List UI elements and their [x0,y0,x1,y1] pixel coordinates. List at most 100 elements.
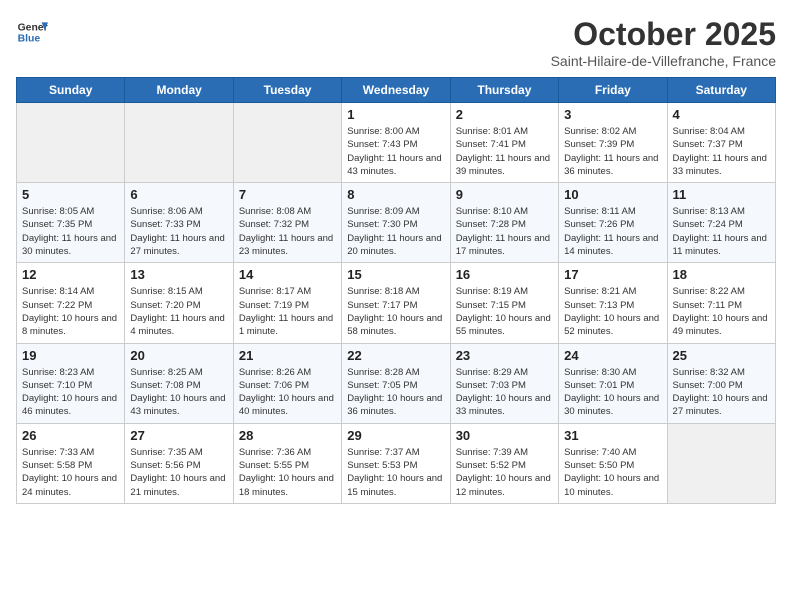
day-info: Sunrise: 8:21 AMSunset: 7:13 PMDaylight:… [564,285,661,338]
day-info: Sunrise: 8:18 AMSunset: 7:17 PMDaylight:… [347,285,444,338]
calendar-week-row: 19 Sunrise: 8:23 AMSunset: 7:10 PMDayligh… [17,343,776,423]
day-info: Sunrise: 8:10 AMSunset: 7:28 PMDaylight:… [456,205,553,258]
day-info: Sunrise: 8:32 AMSunset: 7:00 PMDaylight:… [673,366,770,419]
day-number: 7 [239,187,336,202]
calendar-cell: 27 Sunrise: 7:35 AMSunset: 5:56 PMDayligh… [125,423,233,503]
day-info: Sunrise: 8:28 AMSunset: 7:05 PMDaylight:… [347,366,444,419]
day-info: Sunrise: 8:26 AMSunset: 7:06 PMDaylight:… [239,366,336,419]
calendar-cell: 13 Sunrise: 8:15 AMSunset: 7:20 PMDayligh… [125,263,233,343]
day-number: 28 [239,428,336,443]
svg-text:Blue: Blue [18,34,41,45]
day-number: 4 [673,107,770,122]
day-number: 20 [130,348,227,363]
day-info: Sunrise: 8:25 AMSunset: 7:08 PMDaylight:… [130,366,227,419]
calendar-body: 1Sunrise: 8:00 AMSunset: 7:43 PMDaylight… [17,103,776,504]
day-info: Sunrise: 8:08 AMSunset: 7:32 PMDaylight:… [239,205,336,258]
calendar-cell [17,103,125,183]
day-number: 31 [564,428,661,443]
day-info: Sunrise: 7:40 AMSunset: 5:50 PMDaylight:… [564,446,661,499]
calendar-cell: 18 Sunrise: 8:22 AMSunset: 7:11 PMDayligh… [667,263,775,343]
calendar-cell [125,103,233,183]
day-number: 15 [347,267,444,282]
calendar-cell: 21 Sunrise: 8:26 AMSunset: 7:06 PMDayligh… [233,343,341,423]
day-number: 1 [347,107,444,122]
day-number: 11 [673,187,770,202]
calendar-cell: 29 Sunrise: 7:37 AMSunset: 5:53 PMDayligh… [342,423,450,503]
calendar-cell: 7 Sunrise: 8:08 AMSunset: 7:32 PMDaylight… [233,183,341,263]
day-number: 25 [673,348,770,363]
day-number: 22 [347,348,444,363]
day-number: 27 [130,428,227,443]
day-info: Sunrise: 8:17 AMSunset: 7:19 PMDaylight:… [239,285,336,338]
calendar-cell: 3Sunrise: 8:02 AMSunset: 7:39 PMDaylight… [559,103,667,183]
day-info: Sunrise: 8:13 AMSunset: 7:24 PMDaylight:… [673,205,770,258]
weekday-header-row: SundayMondayTuesdayWednesdayThursdayFrid… [17,78,776,103]
day-number: 16 [456,267,553,282]
calendar-cell: 19 Sunrise: 8:23 AMSunset: 7:10 PMDayligh… [17,343,125,423]
day-number: 10 [564,187,661,202]
day-info: Sunrise: 8:30 AMSunset: 7:01 PMDaylight:… [564,366,661,419]
calendar-cell [233,103,341,183]
day-info: Sunrise: 7:37 AMSunset: 5:53 PMDaylight:… [347,446,444,499]
calendar-week-row: 1Sunrise: 8:00 AMSunset: 7:43 PMDaylight… [17,103,776,183]
day-number: 17 [564,267,661,282]
day-info: Sunrise: 7:39 AMSunset: 5:52 PMDaylight:… [456,446,553,499]
day-info: Sunrise: 8:22 AMSunset: 7:11 PMDaylight:… [673,285,770,338]
calendar-cell: 24 Sunrise: 8:30 AMSunset: 7:01 PMDayligh… [559,343,667,423]
weekday-header-cell: Tuesday [233,78,341,103]
day-number: 13 [130,267,227,282]
calendar-cell: 15 Sunrise: 8:18 AMSunset: 7:17 PMDayligh… [342,263,450,343]
day-info: Sunrise: 8:09 AMSunset: 7:30 PMDaylight:… [347,205,444,258]
calendar-cell: 9Sunrise: 8:10 AMSunset: 7:28 PMDaylight… [450,183,558,263]
weekday-header-cell: Saturday [667,78,775,103]
day-info: Sunrise: 8:23 AMSunset: 7:10 PMDaylight:… [22,366,119,419]
day-number: 5 [22,187,119,202]
day-number: 26 [22,428,119,443]
day-info: Sunrise: 8:11 AMSunset: 7:26 PMDaylight:… [564,205,661,258]
day-number: 24 [564,348,661,363]
calendar-cell: 14Sunrise: 8:17 AMSunset: 7:19 PMDayligh… [233,263,341,343]
day-info: Sunrise: 8:04 AMSunset: 7:37 PMDaylight:… [673,125,770,178]
calendar-cell: 10 Sunrise: 8:11 AMSunset: 7:26 PMDayligh… [559,183,667,263]
calendar-cell: 22 Sunrise: 8:28 AMSunset: 7:05 PMDayligh… [342,343,450,423]
calendar-cell: 12 Sunrise: 8:14 AMSunset: 7:22 PMDayligh… [17,263,125,343]
calendar-cell: 6Sunrise: 8:06 AMSunset: 7:33 PMDaylight… [125,183,233,263]
day-number: 2 [456,107,553,122]
calendar-cell: 11 Sunrise: 8:13 AMSunset: 7:24 PMDayligh… [667,183,775,263]
calendar-week-row: 12 Sunrise: 8:14 AMSunset: 7:22 PMDayligh… [17,263,776,343]
day-info: Sunrise: 8:29 AMSunset: 7:03 PMDaylight:… [456,366,553,419]
calendar-cell: 4 Sunrise: 8:04 AMSunset: 7:37 PMDaylight… [667,103,775,183]
location-title: Saint-Hilaire-de-Villefranche, France [551,53,776,69]
day-info: Sunrise: 7:33 AMSunset: 5:58 PMDaylight:… [22,446,119,499]
logo: General Blue [16,16,48,48]
day-number: 3 [564,107,661,122]
calendar-cell: 1Sunrise: 8:00 AMSunset: 7:43 PMDaylight… [342,103,450,183]
day-info: Sunrise: 7:35 AMSunset: 5:56 PMDaylight:… [130,446,227,499]
logo-icon: General Blue [16,16,48,48]
day-info: Sunrise: 8:14 AMSunset: 7:22 PMDaylight:… [22,285,119,338]
calendar-cell: 16Sunrise: 8:19 AMSunset: 7:15 PMDayligh… [450,263,558,343]
weekday-header-cell: Monday [125,78,233,103]
weekday-header-cell: Wednesday [342,78,450,103]
calendar-cell: 20 Sunrise: 8:25 AMSunset: 7:08 PMDayligh… [125,343,233,423]
day-number: 12 [22,267,119,282]
day-info: Sunrise: 8:05 AMSunset: 7:35 PMDaylight:… [22,205,119,258]
calendar-cell: 2 Sunrise: 8:01 AMSunset: 7:41 PMDaylight… [450,103,558,183]
month-title: October 2025 [551,16,776,53]
day-info: Sunrise: 8:15 AMSunset: 7:20 PMDaylight:… [130,285,227,338]
calendar-cell: 28 Sunrise: 7:36 AMSunset: 5:55 PMDayligh… [233,423,341,503]
day-number: 29 [347,428,444,443]
day-number: 18 [673,267,770,282]
day-number: 8 [347,187,444,202]
calendar-cell: 25 Sunrise: 8:32 AMSunset: 7:00 PMDayligh… [667,343,775,423]
day-number: 21 [239,348,336,363]
day-info: Sunrise: 7:36 AMSunset: 5:55 PMDaylight:… [239,446,336,499]
day-number: 19 [22,348,119,363]
day-info: Sunrise: 8:01 AMSunset: 7:41 PMDaylight:… [456,125,553,178]
weekday-header-cell: Sunday [17,78,125,103]
weekday-header-cell: Friday [559,78,667,103]
day-number: 23 [456,348,553,363]
calendar-cell: 26 Sunrise: 7:33 AMSunset: 5:58 PMDayligh… [17,423,125,503]
weekday-header-cell: Thursday [450,78,558,103]
calendar-cell: 8 Sunrise: 8:09 AMSunset: 7:30 PMDaylight… [342,183,450,263]
